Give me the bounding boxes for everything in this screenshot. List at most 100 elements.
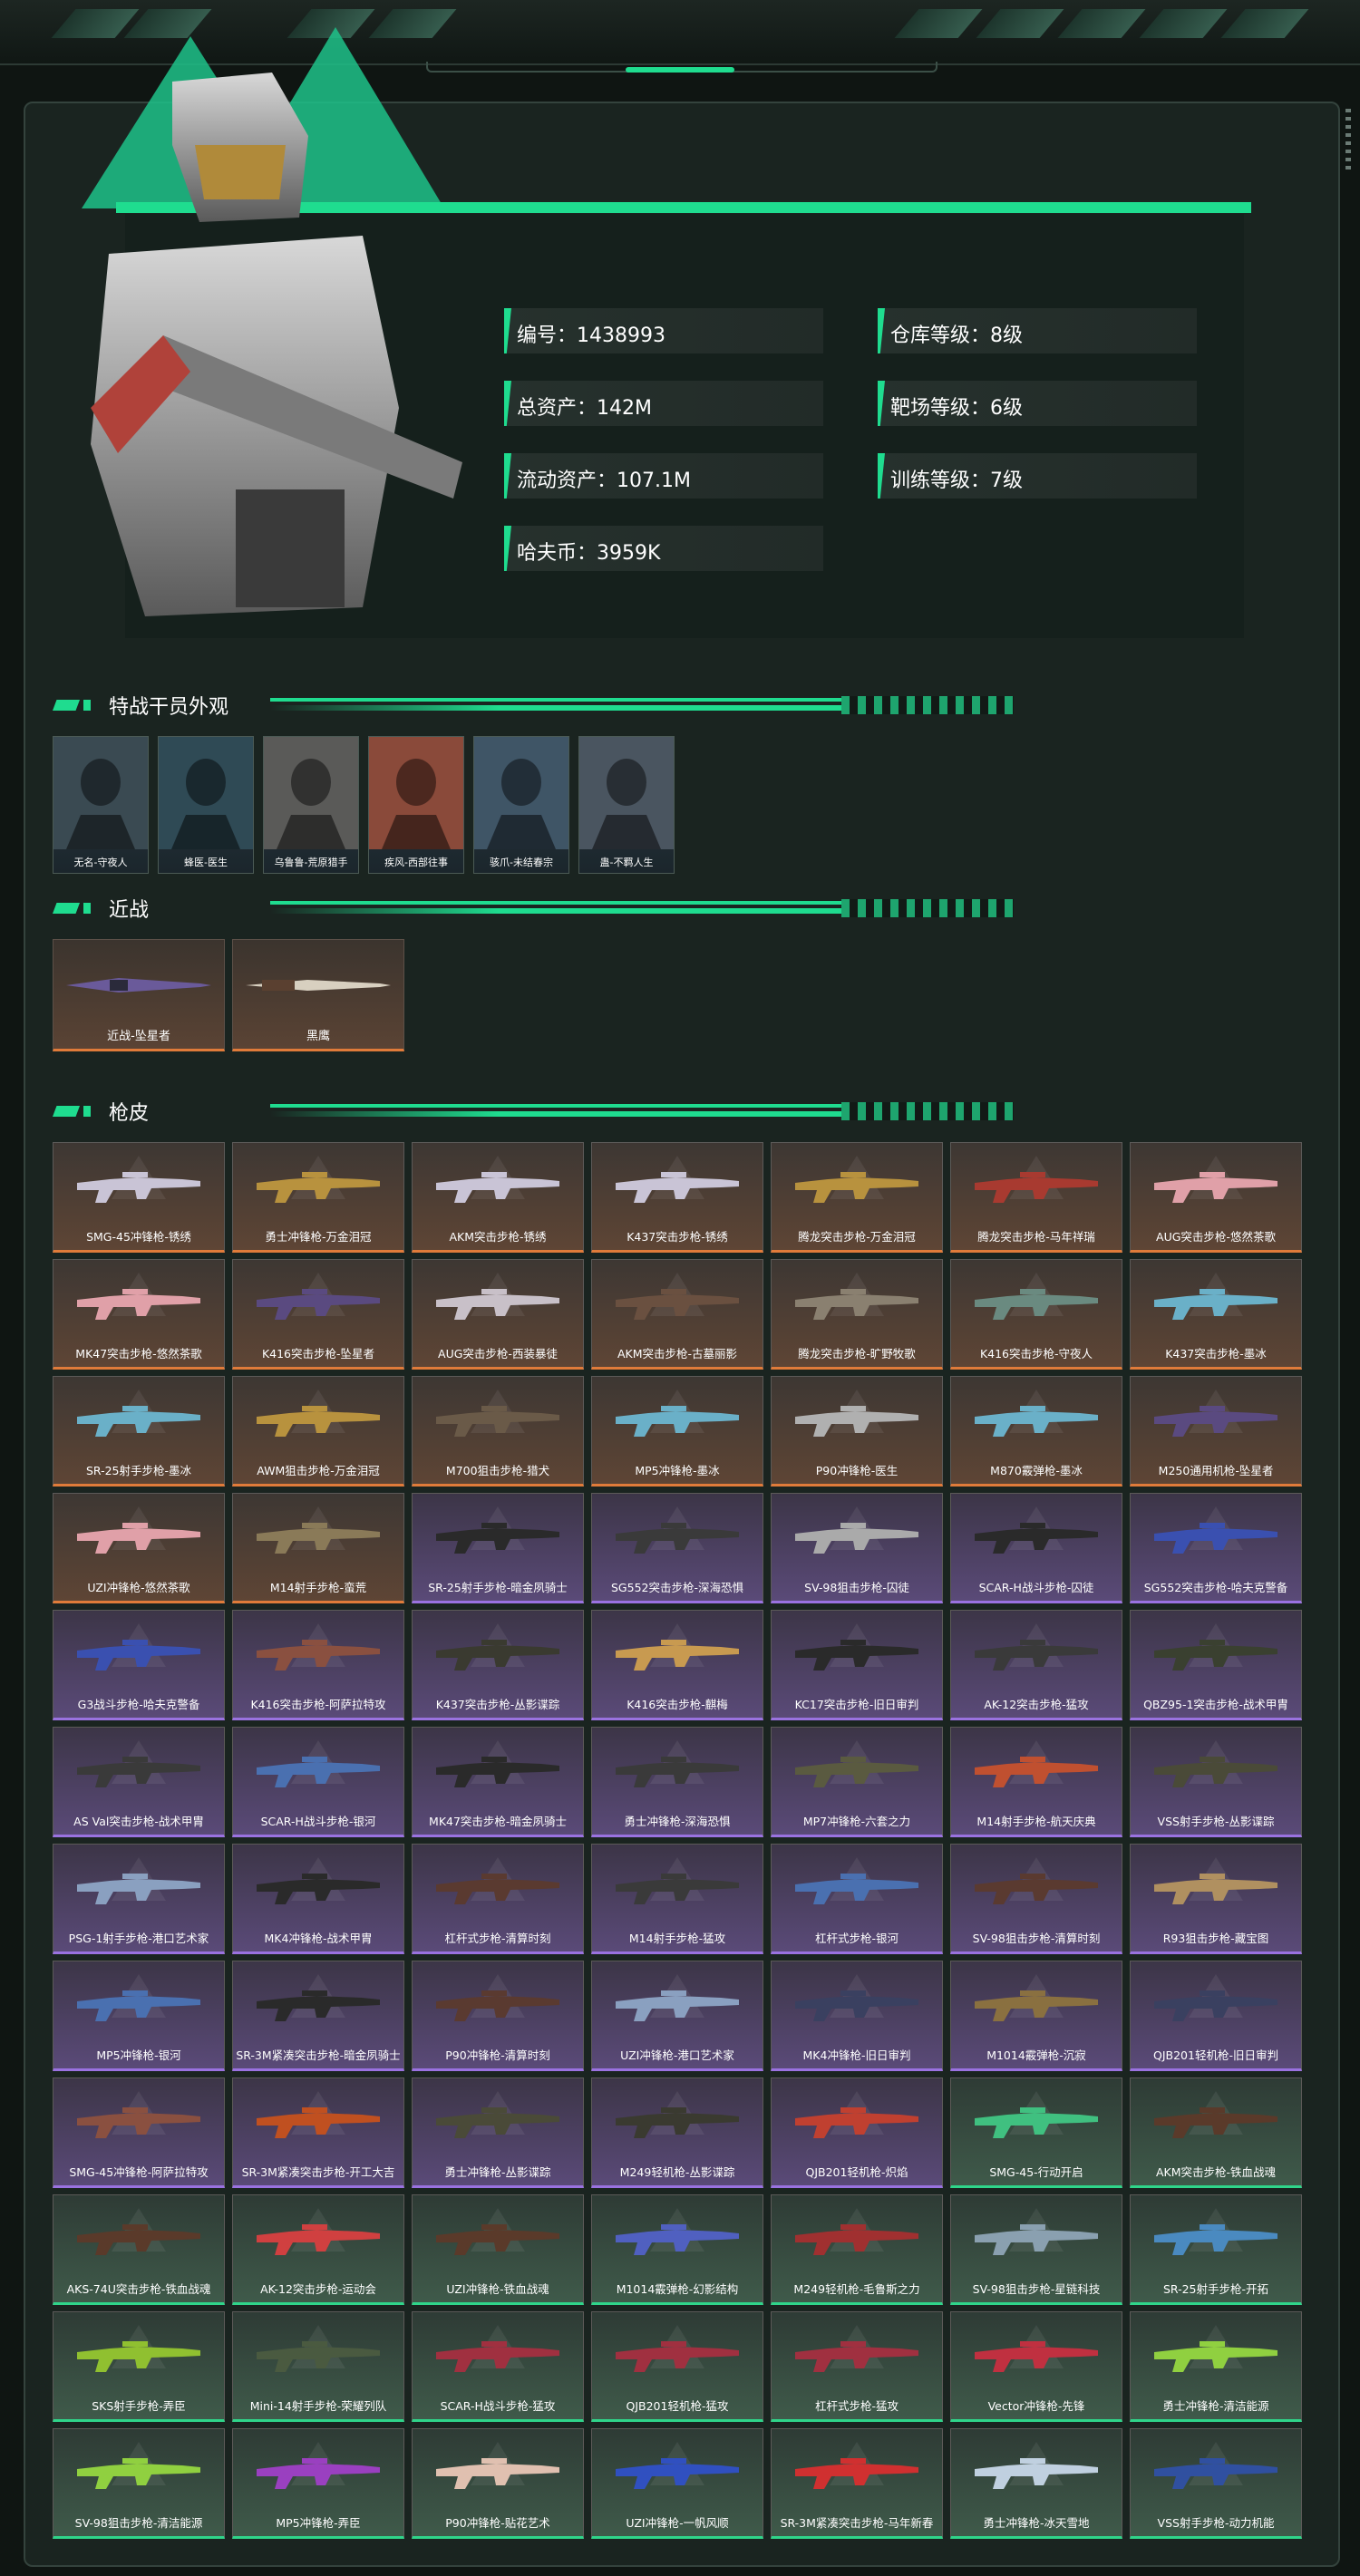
- weapon-skin-card[interactable]: SCAR-H战斗步枪-银河: [232, 1727, 404, 1837]
- weapon-skin-card[interactable]: 杠杆式步枪-银河: [771, 1844, 943, 1954]
- weapon-skin-card[interactable]: SR-3M紧凑突击步枪-暗金夙骑士: [232, 1961, 404, 2071]
- weapon-skin-card[interactable]: M14射手步枪-蛮荒: [232, 1493, 404, 1603]
- weapon-skin-card[interactable]: AK-12突击步枪-猛攻: [950, 1610, 1122, 1720]
- weapon-skin-card[interactable]: SR-25射手步枪-开拓: [1130, 2194, 1302, 2305]
- weapon-skin-card[interactable]: AS Val突击步枪-战术甲胄: [53, 1727, 225, 1837]
- weapon-skin-name: UZI冲锋枪-一帆风顺: [626, 2516, 729, 2530]
- weapon-skin-card[interactable]: KC17突击步枪-旧日审判: [771, 1610, 943, 1720]
- weapon-skin-card[interactable]: SMG-45冲锋枪-阿萨拉特攻: [53, 2077, 225, 2188]
- weapon-skin-card[interactable]: G3战斗步枪-哈夫克警备: [53, 1610, 225, 1720]
- weapon-skin-card[interactable]: P90冲锋枪-医生: [771, 1376, 943, 1487]
- weapon-skin-card[interactable]: MP5冲锋枪-银河: [53, 1961, 225, 2071]
- weapon-skin-card[interactable]: UZI冲锋枪-港口艺术家: [591, 1961, 763, 2071]
- weapon-skin-card[interactable]: AK-12突击步枪-运动会: [232, 2194, 404, 2305]
- weapon-skin-card[interactable]: P90冲锋枪-清算时刻: [412, 1961, 584, 2071]
- weapon-icon: [1154, 1172, 1277, 1203]
- operator-card[interactable]: 乌鲁鲁-荒原猎手: [263, 736, 359, 874]
- weapon-skin-card[interactable]: AWM狙击步枪-万金泪冠: [232, 1376, 404, 1487]
- operator-card[interactable]: 蛊-不羁人生: [578, 736, 675, 874]
- weapon-skin-card[interactable]: SV-98狙击步枪-囚徒: [771, 1493, 943, 1603]
- operator-card[interactable]: 骇爪-未结春宗: [473, 736, 569, 874]
- weapon-skin-card[interactable]: M250通用机枪-坠星者: [1130, 1376, 1302, 1487]
- weapon-skin-card[interactable]: 勇士冲锋枪-深海恐惧: [591, 1727, 763, 1837]
- weapon-skin-card[interactable]: UZI冲锋枪-悠然茶歌: [53, 1493, 225, 1603]
- melee-card[interactable]: 近战-坠星者: [53, 939, 225, 1051]
- weapon-skin-card[interactable]: MK47突击步枪-暗金夙骑士: [412, 1727, 584, 1837]
- weapon-skin-card[interactable]: AKM突击步枪-铁血战魂: [1130, 2077, 1302, 2188]
- weapon-skin-card[interactable]: QJB201轻机枪-炽焰: [771, 2077, 943, 2188]
- weapon-skin-card[interactable]: 腾龙突击步枪-旷野牧歌: [771, 1259, 943, 1370]
- weapon-icon: [616, 1289, 739, 1320]
- weapon-skin-card[interactable]: VSS射手步枪-动力机能: [1130, 2428, 1302, 2539]
- weapon-skin-card[interactable]: QBZ95-1突击步枪-战术甲胄: [1130, 1610, 1302, 1720]
- weapon-skin-card[interactable]: SMG-45冲锋枪-锈绣: [53, 1142, 225, 1253]
- weapon-skin-card[interactable]: P90冲锋枪-贴花艺术: [412, 2428, 584, 2539]
- weapon-skin-card[interactable]: K416突击步枪-守夜人: [950, 1259, 1122, 1370]
- weapon-icon: [1154, 1406, 1277, 1437]
- weapon-skin-card[interactable]: SV-98狙击步枪-星链科技: [950, 2194, 1122, 2305]
- operator-card[interactable]: 无名-守夜人: [53, 736, 149, 874]
- weapon-skin-card[interactable]: AUG突击步枪-悠然茶歌: [1130, 1142, 1302, 1253]
- weapon-skin-card[interactable]: 勇士冲锋枪-冰天雪地: [950, 2428, 1122, 2539]
- weapon-skin-card[interactable]: M870霰弹枪-墨冰: [950, 1376, 1122, 1487]
- weapon-skin-card[interactable]: AKM突击步枪-锈绣: [412, 1142, 584, 1253]
- weapon-skin-card[interactable]: K416突击步枪-阿萨拉特攻: [232, 1610, 404, 1720]
- weapon-skin-card[interactable]: SG552突击步枪-哈夫克警备: [1130, 1493, 1302, 1603]
- weapon-skin-card[interactable]: UZI冲锋枪-一帆风顺: [591, 2428, 763, 2539]
- weapon-skin-card[interactable]: 杠杆式步枪-清算时刻: [412, 1844, 584, 1954]
- weapon-skin-card[interactable]: M249轻机枪-丛影谍踪: [591, 2077, 763, 2188]
- weapon-skin-card[interactable]: K437突击步枪-丛影谍踪: [412, 1610, 584, 1720]
- weapon-skin-card[interactable]: SR-3M紧凑突击步枪-马年新春: [771, 2428, 943, 2539]
- weapon-skin-card[interactable]: 腾龙突击步枪-万金泪冠: [771, 1142, 943, 1253]
- weapon-skin-card[interactable]: K416突击步枪-麒梅: [591, 1610, 763, 1720]
- weapon-skin-card[interactable]: MP5冲锋枪-弄臣: [232, 2428, 404, 2539]
- weapon-skin-card[interactable]: Mini-14射手步枪-荣耀列队: [232, 2311, 404, 2422]
- weapon-skin-card[interactable]: K416突击步枪-坠星者: [232, 1259, 404, 1370]
- weapon-skin-card[interactable]: K437突击步枪-墨冰: [1130, 1259, 1302, 1370]
- weapon-skin-card[interactable]: SV-98狙击步枪-清算时刻: [950, 1844, 1122, 1954]
- weapon-skin-card[interactable]: QJB201轻机枪-猛攻: [591, 2311, 763, 2422]
- weapon-skin-card[interactable]: SCAR-H战斗步枪-囚徒: [950, 1493, 1122, 1603]
- weapon-skin-card[interactable]: SR-3M紧凑突击步枪-开工大吉: [232, 2077, 404, 2188]
- weapon-skin-card[interactable]: M14射手步枪-航天庆典: [950, 1727, 1122, 1837]
- weapon-skin-card[interactable]: MK4冲锋枪-旧日审判: [771, 1961, 943, 2071]
- weapon-skin-card[interactable]: R93狙击步枪-藏宝图: [1130, 1844, 1302, 1954]
- weapon-skin-card[interactable]: AKS-74U突击步枪-铁血战魂: [53, 2194, 225, 2305]
- weapon-skin-card[interactable]: 杠杆式步枪-猛攻: [771, 2311, 943, 2422]
- weapon-skin-card[interactable]: MK47突击步枪-悠然茶歌: [53, 1259, 225, 1370]
- weapon-skin-card[interactable]: PSG-1射手步枪-港口艺术家: [53, 1844, 225, 1954]
- weapon-skin-card[interactable]: SMG-45-行动开启: [950, 2077, 1122, 2188]
- weapon-skin-card[interactable]: MP7冲锋枪-六套之力: [771, 1727, 943, 1837]
- weapon-skin-card[interactable]: 勇士冲锋枪-丛影谍踪: [412, 2077, 584, 2188]
- weapon-skin-card[interactable]: SG552突击步枪-深海恐惧: [591, 1493, 763, 1603]
- weapon-skin-card[interactable]: M1014霰弹枪-幻影结构: [591, 2194, 763, 2305]
- weapon-skin-card[interactable]: M249轻机枪-毛鲁斯之力: [771, 2194, 943, 2305]
- operator-name: 无名-守夜人: [73, 857, 128, 868]
- weapon-skin-card[interactable]: SR-25射手步枪-墨冰: [53, 1376, 225, 1487]
- melee-card[interactable]: 黑鹰: [232, 939, 404, 1051]
- weapon-skin-card[interactable]: M1014霰弹枪-沉寂: [950, 1961, 1122, 2071]
- weapon-skin-card[interactable]: SKS射手步枪-弄臣: [53, 2311, 225, 2422]
- operator-card[interactable]: 蜂医-医生: [158, 736, 254, 874]
- weapon-skin-card[interactable]: M14射手步枪-猛攻: [591, 1844, 763, 1954]
- scrollbar-handle[interactable]: [1345, 109, 1351, 172]
- weapon-skin-card[interactable]: SR-25射手步枪-暗金夙骑士: [412, 1493, 584, 1603]
- weapon-skin-card[interactable]: VSS射手步枪-丛影谍踪: [1130, 1727, 1302, 1837]
- weapon-skin-card[interactable]: QJB201轻机枪-旧日审判: [1130, 1961, 1302, 2071]
- operator-card[interactable]: 疾风-西部往事: [368, 736, 464, 874]
- weapon-skin-card[interactable]: AUG突击步枪-西装暴徒: [412, 1259, 584, 1370]
- weapon-skin-card[interactable]: 勇士冲锋枪-万金泪冠: [232, 1142, 404, 1253]
- weapon-skin-card[interactable]: SV-98狙击步枪-清洁能源: [53, 2428, 225, 2539]
- weapon-skin-name: M700狙击步枪-猎犬: [445, 1464, 550, 1477]
- weapon-skin-card[interactable]: MK4冲锋枪-战术甲胄: [232, 1844, 404, 1954]
- weapon-skin-card[interactable]: 勇士冲锋枪-清洁能源: [1130, 2311, 1302, 2422]
- weapon-skin-card[interactable]: SCAR-H战斗步枪-猛攻: [412, 2311, 584, 2422]
- weapon-skin-card[interactable]: UZI冲锋枪-铁血战魂: [412, 2194, 584, 2305]
- weapon-skin-card[interactable]: Vector冲锋枪-先锋: [950, 2311, 1122, 2422]
- weapon-skin-card[interactable]: AKM突击步枪-古墓丽影: [591, 1259, 763, 1370]
- weapon-skin-card[interactable]: K437突击步枪-锈绣: [591, 1142, 763, 1253]
- weapon-icon: [436, 2224, 559, 2255]
- weapon-skin-card[interactable]: MP5冲锋枪-墨冰: [591, 1376, 763, 1487]
- weapon-skin-card[interactable]: M700狙击步枪-猎犬: [412, 1376, 584, 1487]
- weapon-skin-card[interactable]: 腾龙突击步枪-马年祥瑞: [950, 1142, 1122, 1253]
